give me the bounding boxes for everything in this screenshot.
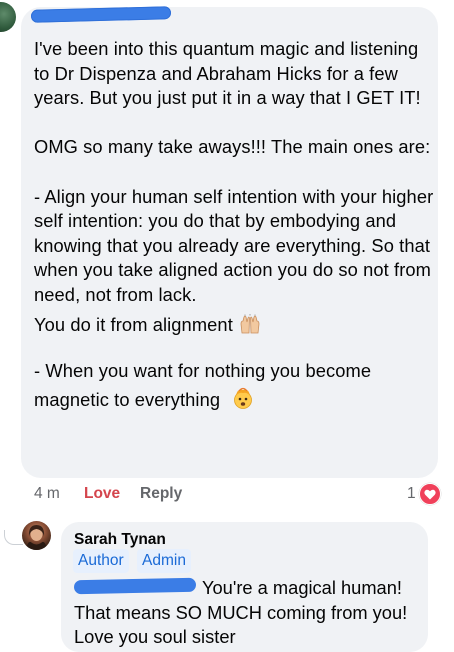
comment-line: You do it from alignment bbox=[34, 308, 434, 341]
exploding-head-emoji-icon bbox=[232, 386, 254, 410]
heart-icon[interactable] bbox=[419, 483, 441, 505]
love-reaction-button[interactable]: Love bbox=[84, 485, 120, 503]
reply-author-name[interactable]: Sarah Tynan bbox=[74, 531, 166, 549]
reply-body: You're a magical human! That means SO MU… bbox=[73, 576, 424, 650]
comment-paragraph: - Align your human self intention with y… bbox=[34, 185, 434, 305]
comment-body: I've been into this quantum magic and li… bbox=[34, 37, 434, 416]
comment-line-text: magnetic to everything bbox=[34, 389, 221, 411]
comment-paragraph: OMG so many take aways!!! The main ones … bbox=[34, 136, 431, 158]
reaction-count[interactable]: 1 bbox=[407, 485, 416, 503]
comment-line-text: You do it from alignment bbox=[34, 313, 233, 335]
reply-line: That means SO MUCH coming from you! bbox=[74, 601, 408, 623]
reply-button[interactable]: Reply bbox=[140, 485, 182, 503]
raising-hands-emoji-icon bbox=[239, 311, 261, 333]
comment-paragraph: I've been into this quantum magic and li… bbox=[34, 38, 421, 109]
reply-line: You're a magical human! bbox=[202, 577, 402, 598]
comment-timestamp: 4 m bbox=[34, 485, 60, 502]
comment-paragraph: - When you want for nothing you become bbox=[34, 359, 372, 381]
reply-line: Love you soul sister bbox=[74, 626, 236, 648]
redacted-mention[interactable] bbox=[73, 577, 197, 595]
comment-line: magnetic to everything bbox=[34, 383, 434, 416]
reply-author-avatar[interactable] bbox=[22, 521, 51, 550]
author-badge: Author bbox=[73, 549, 129, 573]
reply-thread-connector bbox=[4, 530, 23, 545]
admin-badge: Admin bbox=[137, 549, 191, 573]
commenter-avatar[interactable] bbox=[0, 2, 16, 32]
